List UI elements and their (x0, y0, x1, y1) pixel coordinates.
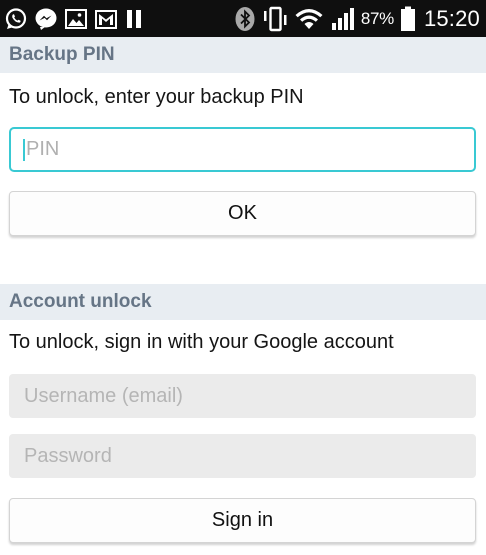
backup-pin-instruction: To unlock, enter your backup PIN (9, 86, 304, 108)
status-bar: 87% 15:20 (0, 0, 486, 37)
whatsapp-icon (4, 7, 28, 31)
account-unlock-instruction: To unlock, sign in with your Google acco… (9, 331, 394, 353)
notification-icons (4, 5, 150, 32)
system-icons: 87% 15:20 (228, 4, 480, 33)
vibrate-icon (262, 5, 288, 33)
wifi-icon (294, 6, 324, 32)
username-field[interactable]: Username (email) (9, 374, 476, 418)
bluetooth-icon (234, 6, 256, 32)
battery-icon (400, 6, 416, 32)
password-field[interactable]: Password (9, 434, 476, 478)
lock-screen: 87% 15:20 Backup PIN To unlock, enter yo… (0, 0, 486, 555)
clock: 15:20 (423, 5, 480, 31)
battery-percent: 87% (360, 8, 394, 28)
signal-icon (330, 6, 356, 32)
messenger-icon (34, 7, 58, 31)
pause-icon (124, 7, 144, 31)
sign-in-button[interactable]: Sign in (9, 498, 476, 543)
pin-placeholder: PIN (26, 138, 60, 160)
gallery-icon (64, 7, 88, 31)
pin-input[interactable]: PIN (9, 127, 476, 172)
account-unlock-header: Account unlock (0, 284, 486, 320)
backup-pin-header: Backup PIN (0, 37, 486, 73)
ok-button[interactable]: OK (9, 191, 476, 236)
gmail-icon (94, 7, 118, 31)
text-cursor (23, 138, 25, 161)
